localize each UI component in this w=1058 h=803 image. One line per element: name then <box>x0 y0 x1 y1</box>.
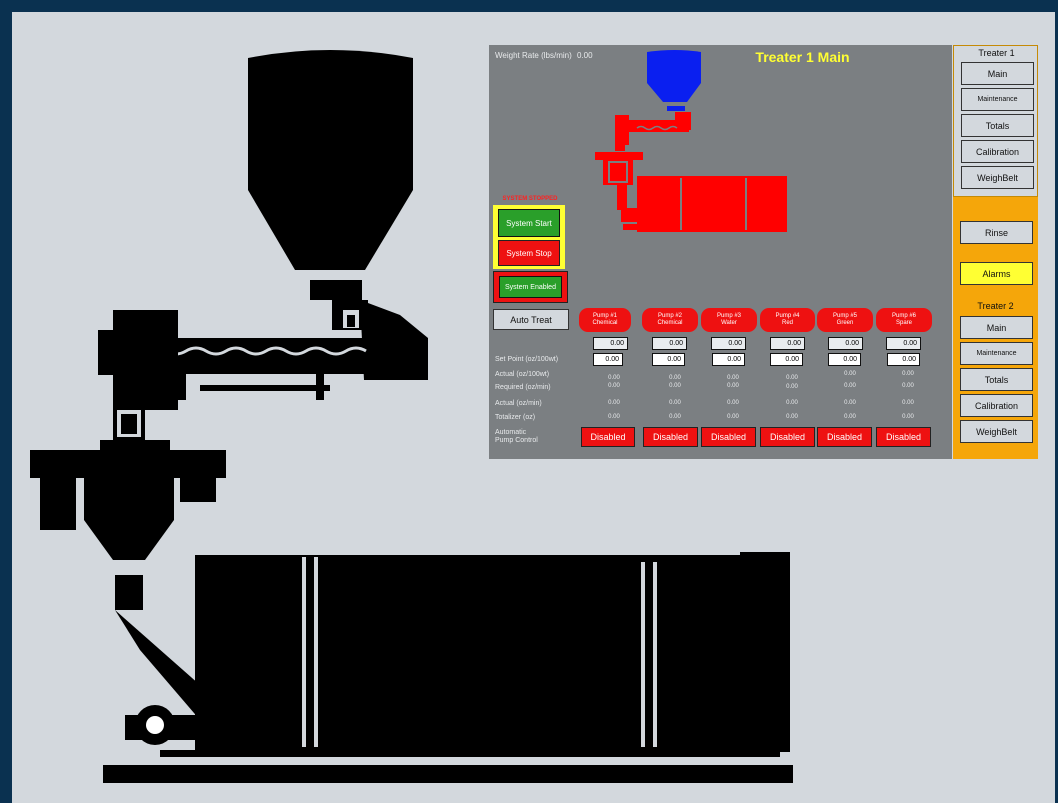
treater-2-totals-button[interactable]: Totals <box>960 368 1033 391</box>
pump-1-set-point-input[interactable]: 0.00 <box>593 353 623 366</box>
rinse-button[interactable]: Rinse <box>960 221 1033 244</box>
pump-sub: Chemical <box>592 320 618 326</box>
pump-3-required: 0.00 <box>727 383 739 389</box>
pump-6-value: 0.00 <box>886 337 921 350</box>
treater-1-totals-button[interactable]: Totals <box>961 114 1034 137</box>
system-stop-button[interactable]: System Stop <box>498 240 560 266</box>
pump-5-set-point-input[interactable]: 0.00 <box>828 353 861 366</box>
treater-1-title: Treater 1 <box>978 48 1015 58</box>
pump-3-control-button[interactable]: Disabled <box>701 427 756 447</box>
system-status: SYSTEM STOPPED <box>502 196 558 202</box>
pump-name: Pump #6 <box>891 313 916 319</box>
pump-6-totalizer: 0.00 <box>902 414 914 420</box>
pump-2-value: 0.00 <box>652 337 687 350</box>
totalizer-label: Totalizer (oz) <box>495 414 536 421</box>
treater-1-calibration-button[interactable]: Calibration <box>961 140 1034 163</box>
pump-4-control-button[interactable]: Disabled <box>760 427 815 447</box>
actual-oz-min-label: Actual (oz/min) <box>495 400 542 407</box>
pump-1-control-button[interactable]: Disabled <box>581 427 635 447</box>
treater-2-main-button[interactable]: Main <box>960 316 1033 339</box>
pump-2-actual-oz-100wt: 0.00 <box>669 375 681 381</box>
auto-treat-button[interactable]: Auto Treat <box>493 309 569 330</box>
pump-2-totalizer: 0.00 <box>669 414 681 420</box>
pump-6-header[interactable]: Pump #6 Spare <box>876 308 932 332</box>
pump-name: Pump #5 <box>832 313 857 319</box>
pump-6-required: 0.00 <box>902 383 914 389</box>
pump-1-actual-oz-min: 0.00 <box>608 400 620 406</box>
pump-3-set-point-input[interactable]: 0.00 <box>712 353 745 366</box>
pump-name: Pump #1 <box>592 313 617 319</box>
system-enabled-button[interactable]: System Enabled <box>499 276 562 298</box>
required-label: Required (oz/min) <box>495 384 551 391</box>
pump-sub: Water <box>721 320 737 326</box>
pump-sub: Chemical <box>657 320 683 326</box>
pump-2-header[interactable]: Pump #2 Chemical <box>642 308 698 332</box>
pump-name: Pump #4 <box>775 313 800 319</box>
auto-control-label: Automatic Pump Control <box>495 429 538 444</box>
pump-sub: Red <box>781 320 793 326</box>
pump-sub: Spare <box>895 320 912 326</box>
pump-5-required: 0.00 <box>844 383 856 389</box>
treater-2-calibration-button[interactable]: Calibration <box>960 394 1033 417</box>
pump-name: Pump #3 <box>716 313 741 319</box>
pump-5-totalizer: 0.00 <box>844 414 856 420</box>
pump-4-required: 0.00 <box>786 384 798 390</box>
pump-6-set-point-input[interactable]: 0.00 <box>887 353 920 366</box>
pump-1-totalizer: 0.00 <box>608 414 620 420</box>
pump-3-actual-oz-100wt: 0.00 <box>727 375 739 381</box>
alarms-button[interactable]: Alarms <box>960 262 1033 285</box>
pump-4-actual-oz-100wt: 0.00 <box>786 375 798 381</box>
pump-3-actual-oz-min: 0.00 <box>727 400 739 406</box>
weight-rate-label: Weight Rate (lbs/min) <box>495 51 572 60</box>
pump-6-actual-oz-100wt: 0.00 <box>902 371 914 377</box>
nav-orange-panel: Rinse Alarms Treater 2 Main Maintenance … <box>953 197 1038 459</box>
pump-1-header[interactable]: Pump #1 Chemical <box>579 308 631 332</box>
pump-4-actual-oz-min: 0.00 <box>786 400 798 406</box>
pump-2-set-point-input[interactable]: 0.00 <box>652 353 685 366</box>
pump-sub: Green <box>836 320 854 326</box>
pump-1-actual-oz-100wt: 0.00 <box>608 375 620 381</box>
pump-2-control-button[interactable]: Disabled <box>643 427 698 447</box>
pump-4-set-point-input[interactable]: 0.00 <box>770 353 803 366</box>
pump-6-control-button[interactable]: Disabled <box>876 427 931 447</box>
pump-3-value: 0.00 <box>711 337 746 350</box>
pump-1-required: 0.00 <box>608 383 620 389</box>
pump-4-totalizer: 0.00 <box>786 414 798 420</box>
treater-1-maintenance-button[interactable]: Maintenance <box>961 88 1034 111</box>
pump-1-value: 0.00 <box>593 337 628 350</box>
pump-3-header[interactable]: Pump #3 Water <box>701 308 757 332</box>
pump-3-totalizer: 0.00 <box>727 414 739 420</box>
treater-diagram <box>595 50 787 232</box>
pump-5-control-button[interactable]: Disabled <box>817 427 872 447</box>
system-start-button[interactable]: System Start <box>498 209 560 237</box>
actual-oz-100wt-label: Actual (oz/100wt) <box>495 371 550 378</box>
treater-2-weighbelt-button[interactable]: WeighBelt <box>960 420 1033 443</box>
pump-6-actual-oz-min: 0.00 <box>902 400 914 406</box>
set-point-label: Set Point (oz/100wt) <box>495 356 559 363</box>
pump-5-actual-oz-100wt: 0.00 <box>844 371 856 377</box>
treater-1-weighbelt-button[interactable]: WeighBelt <box>961 166 1034 189</box>
treater-2-maintenance-button[interactable]: Maintenance <box>960 342 1033 365</box>
pump-5-header[interactable]: Pump #5 Green <box>817 308 873 332</box>
treater-1-nav: Treater 1 Main Maintenance Totals Calibr… <box>953 45 1038 197</box>
pump-2-actual-oz-min: 0.00 <box>669 400 681 406</box>
treater-1-main-button[interactable]: Main <box>961 62 1034 85</box>
pump-4-value: 0.00 <box>770 337 805 350</box>
treater-2-title: Treater 2 <box>977 301 1014 311</box>
pump-5-value: 0.00 <box>828 337 863 350</box>
pump-name: Pump #2 <box>657 313 682 319</box>
pump-4-header[interactable]: Pump #4 Red <box>760 308 815 332</box>
pump-5-actual-oz-min: 0.00 <box>844 400 856 406</box>
pump-2-required: 0.00 <box>669 383 681 389</box>
